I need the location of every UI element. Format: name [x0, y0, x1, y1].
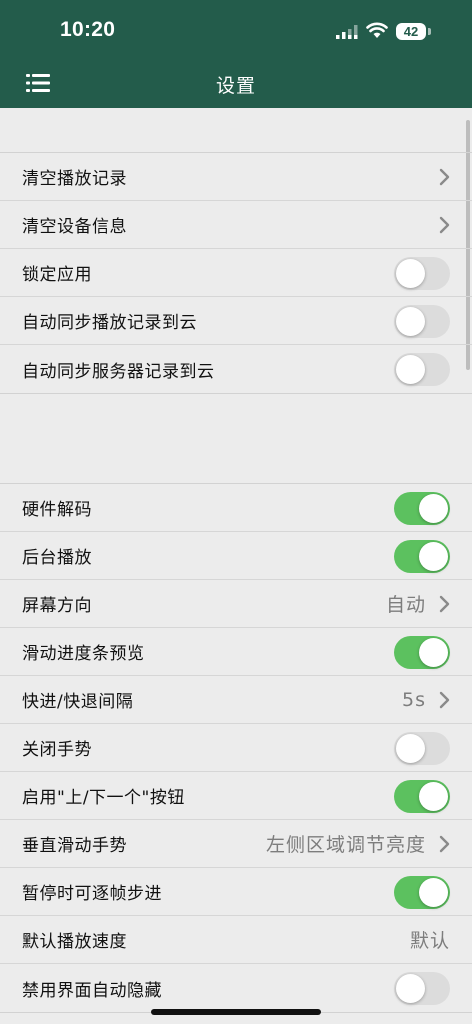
- wifi-icon: [366, 22, 388, 38]
- battery-tip: [428, 28, 431, 35]
- settings-row-label: 禁用界面自动隐藏: [22, 980, 162, 1001]
- settings-row[interactable]: 自动同步播放记录到云: [0, 297, 472, 345]
- toggle-knob: [396, 259, 425, 288]
- settings-row[interactable]: 滑动进度条预览: [0, 628, 472, 676]
- chevron-right-icon: [439, 216, 450, 234]
- chevron-right-icon: [439, 168, 450, 186]
- toggle-switch[interactable]: [394, 732, 450, 765]
- settings-row[interactable]: 硬件解码: [0, 484, 472, 532]
- settings-row-value: 5s: [402, 688, 426, 711]
- settings-row-label: 清空设备信息: [22, 217, 127, 237]
- settings-row-value: 自动: [385, 594, 426, 616]
- toggle-switch[interactable]: [394, 540, 450, 573]
- home-indicator[interactable]: [151, 1009, 321, 1015]
- toggle-switch[interactable]: [394, 305, 450, 338]
- settings-row-label: 默认播放速度: [22, 932, 127, 952]
- toggle-knob: [419, 878, 448, 907]
- settings-row[interactable]: 后台播放: [0, 532, 472, 580]
- settings-row-label: 屏幕方向: [22, 596, 92, 616]
- settings-row[interactable]: 锁定应用: [0, 249, 472, 297]
- settings-row[interactable]: 清空设备信息: [0, 201, 472, 249]
- toggle-knob: [396, 355, 425, 384]
- settings-row-label: 启用"上/下一个"按钮: [22, 788, 185, 808]
- battery-indicator: 42: [396, 23, 426, 40]
- settings-row-label: 后台播放: [22, 548, 92, 568]
- settings-row-label: 硬件解码: [22, 500, 92, 520]
- status-bar: 10:20 42: [0, 0, 472, 62]
- toggle-knob: [419, 638, 448, 667]
- settings-row-label: 关闭手势: [22, 740, 92, 760]
- settings-row[interactable]: 启用"上/下一个"按钮: [0, 772, 472, 820]
- toggle-knob: [419, 542, 448, 571]
- settings-group-playback: 硬件解码后台播放屏幕方向 自动滑动进度条预览 快进/快退间隔 5s 关闭手势启用"上/下…: [0, 483, 472, 1013]
- settings-row[interactable]: 快进/快退间隔 5s: [0, 676, 472, 724]
- toggle-knob: [396, 974, 425, 1003]
- settings-row-label: 垂直滑动手势: [22, 836, 127, 856]
- toggle-switch[interactable]: [394, 353, 450, 386]
- page-title: 设置: [215, 75, 256, 97]
- settings-row[interactable]: 暂停时可逐帧步进: [0, 868, 472, 916]
- status-time: 10:20: [60, 18, 116, 41]
- settings-row-label: 自动同步服务器记录到云: [22, 361, 215, 382]
- settings-row[interactable]: 禁用界面自动隐藏: [0, 964, 472, 1012]
- cellular-signal-icon: [336, 25, 358, 39]
- settings-group-data: 清空播放记录 清空设备信息 锁定应用自动同步播放记录到云 自动同步服务器记录到云: [0, 152, 472, 394]
- toggle-switch[interactable]: [394, 492, 450, 525]
- settings-row-label: 清空播放记录: [22, 169, 127, 189]
- settings-row[interactable]: 自动同步服务器记录到云: [0, 345, 472, 393]
- toggle-switch[interactable]: [394, 636, 450, 669]
- toggle-knob: [396, 307, 425, 336]
- chevron-right-icon: [439, 595, 450, 613]
- app-header: 10:20 42 设置: [0, 0, 472, 108]
- toggle-switch[interactable]: [394, 876, 450, 909]
- settings-row[interactable]: 默认播放速度 默认: [0, 916, 472, 964]
- toggle-knob: [396, 734, 425, 763]
- settings-row[interactable]: 屏幕方向 自动: [0, 580, 472, 628]
- settings-row[interactable]: 清空播放记录: [0, 153, 472, 201]
- toggle-switch[interactable]: [394, 972, 450, 1005]
- settings-row-label: 滑动进度条预览: [22, 644, 145, 664]
- toggle-switch[interactable]: [394, 780, 450, 813]
- toggle-switch[interactable]: [394, 257, 450, 290]
- settings-row-value: 左侧区域调节亮度: [265, 834, 426, 856]
- settings-row-label: 暂停时可逐帧步进: [22, 884, 162, 904]
- settings-row-label: 自动同步播放记录到云: [22, 313, 197, 333]
- chevron-right-icon: [439, 691, 450, 709]
- settings-row[interactable]: 垂直滑动手势 左侧区域调节亮度: [0, 820, 472, 868]
- settings-row-label: 快进/快退间隔: [22, 692, 134, 712]
- toggle-knob: [419, 782, 448, 811]
- settings-row-value: 默认: [409, 930, 450, 952]
- chevron-right-icon: [439, 835, 450, 853]
- settings-row[interactable]: 关闭手势: [0, 724, 472, 772]
- toggle-knob: [419, 494, 448, 523]
- settings-row-label: 锁定应用: [22, 265, 92, 285]
